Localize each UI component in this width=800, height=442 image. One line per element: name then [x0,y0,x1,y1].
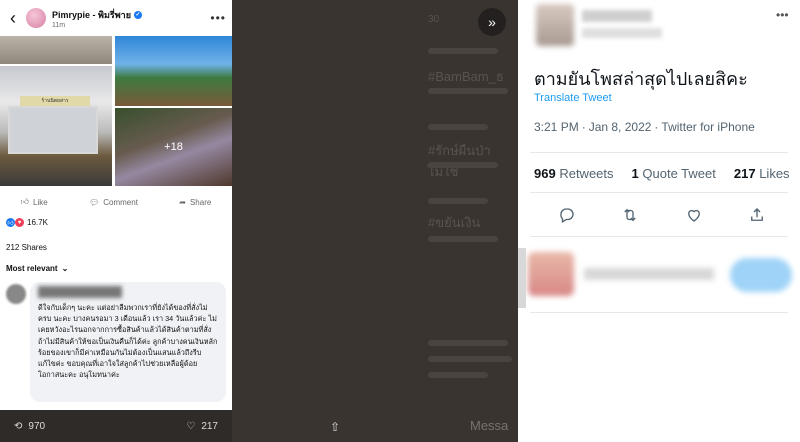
reply-input-redacted[interactable] [584,268,714,280]
shares-count[interactable]: 212 Shares [6,243,47,252]
tweet-metadata: 3:21 PM · Jan 8, 2022 · Twitter for iPhone [534,120,755,134]
ghost-number: 30 [428,14,440,25]
tweet-detail-panel: ••• ตามยันโพสล่าสุดไปเลยสิคะ Translate T… [518,0,800,442]
reply-button[interactable] [730,258,792,292]
truck-image-detail [8,106,98,154]
verified-badge-icon: ✓ [133,10,142,19]
tweet-date[interactable]: Jan 8, 2022 [589,120,652,134]
reply-icon[interactable] [558,206,576,224]
tweet-stats: 969 Retweets 1 Quote Tweet 217 Likes [534,166,790,181]
sort-label: Most relevant [6,264,58,273]
tweet-text: ตามยันโพสล่าสุดไปเลยสิคะ [534,69,748,89]
share-icon[interactable]: ⇧ [330,420,340,434]
like-label: Like [33,197,48,207]
divider [530,152,788,153]
panel-edge [518,248,526,308]
photo-grid[interactable]: ร้านนิตยสาร +18 [0,36,232,186]
author-handle-redacted[interactable] [582,28,662,38]
comment-button[interactable]: 💬︎ Comment [89,198,138,207]
quote-label: Quote Tweet [642,166,716,181]
like-button[interactable]: 👍︎ Like [21,197,48,207]
chevron-down-icon: ⌄ [61,264,69,273]
ghost-trend-2: #รักษ์ผืนป่าไม่ใช่ [428,143,491,179]
commenter-name-redacted [38,286,122,298]
more-options-icon[interactable]: ••• [776,8,789,22]
comment-sort-dropdown[interactable]: Most relevant ⌄ [6,264,68,273]
divider [530,312,788,313]
share-arrow-icon: ➦ [179,197,186,207]
commenter-avatar[interactable] [6,284,26,304]
comment-icon: 💬︎ [89,197,100,207]
facebook-post-card: ‹ Pimrypie - พิมรี่พาย ✓ 11m ••• ร้านนิตย… [0,0,232,410]
ghost-line [428,198,488,204]
like-reaction-icon: 👍︎ [6,218,15,227]
reply-composer [518,236,800,312]
page-name-text: Pimrypie - พิมรี่พาย [52,9,131,20]
post-actions: 👍︎ Like 💬︎ Comment ➦ Share [0,190,232,214]
comment-label: Comment [103,197,138,207]
retweets-count: 969 [534,166,556,181]
truck-sign: ร้านนิตยสาร [20,96,90,106]
ghost-line [428,162,498,168]
divider [530,192,788,193]
post-header: ‹ Pimrypie - พิมรี่พาย ✓ 11m ••• [0,0,232,36]
quote-stat[interactable]: 1 Quote Tweet [632,166,716,181]
ghost-trend-3: #ขยันเงิน [428,215,481,230]
back-arrow-icon[interactable]: ‹ [6,8,20,29]
retweets-stat[interactable]: 969 Retweets [534,166,614,181]
heart-icon[interactable]: ♡ [186,421,195,432]
ghost-line [428,372,488,378]
quote-count: 1 [631,166,639,181]
photo-1[interactable] [0,36,112,64]
tweet-action-bar: ⟲ 970 ♡ 217 [0,410,232,442]
more-options-icon[interactable]: ••• [210,11,226,25]
retweets-label: Retweets [559,166,614,181]
page-avatar[interactable] [26,8,46,28]
post-time: 11m [52,21,66,29]
more-photos-overlay[interactable]: +18 [115,108,232,186]
like-count: 217 [201,420,218,432]
author-name-redacted[interactable] [582,10,652,22]
ghost-line [428,48,498,54]
ghost-line [428,124,488,130]
likes-stat[interactable]: 217 Likes [734,166,790,181]
comment-bubble: ดีใจกับเด็กๆ นะคะ แต่อย่าลืมพวกเราที่ยัง… [30,282,226,402]
likes-count: 217 [733,166,756,181]
tweet-client[interactable]: Twitter for iPhone [661,120,754,134]
expand-chevrons-icon[interactable]: » [478,8,506,36]
ghost-line [428,236,498,242]
reactions-summary[interactable]: 👍︎ ♥ 16.7K [6,218,48,227]
share-icon[interactable] [748,206,766,224]
reactions-count: 16.7K [27,218,48,227]
author-avatar[interactable] [536,4,574,46]
ghost-line [428,356,512,362]
love-reaction-icon: ♥ [15,218,24,227]
tweet-time[interactable]: 3:21 PM [534,120,579,134]
ghost-trend-1: #BamBam_ธ [428,69,504,84]
retweet-icon[interactable] [621,206,639,224]
dimmed-background: 30 #BamBam_ธ #รักษ์ผืนป่าไม่ใช่ #ขยันเงิ… [232,0,518,442]
retweet-count: 970 [28,420,46,432]
ghost-line [428,88,508,94]
tweet-actions [534,206,784,224]
page-name[interactable]: Pimrypie - พิมรี่พาย ✓ [52,8,204,22]
thumbs-up-icon: 👍︎ [20,197,30,206]
share-button[interactable]: ➦ Share [179,198,211,207]
photo-3[interactable] [115,36,232,106]
user-avatar[interactable] [528,252,574,296]
comment-text: ดีใจกับเด็กๆ นะคะ แต่อย่าลืมพวกเราที่ยัง… [38,303,218,380]
ghost-line [428,340,508,346]
likes-label: Likes [759,166,790,181]
messages-label[interactable]: Messa [470,418,508,433]
share-label: Share [189,197,212,207]
retweet-icon[interactable]: ⟲ [14,421,22,432]
heart-icon[interactable] [685,206,703,224]
translate-tweet-link[interactable]: Translate Tweet [534,92,612,104]
